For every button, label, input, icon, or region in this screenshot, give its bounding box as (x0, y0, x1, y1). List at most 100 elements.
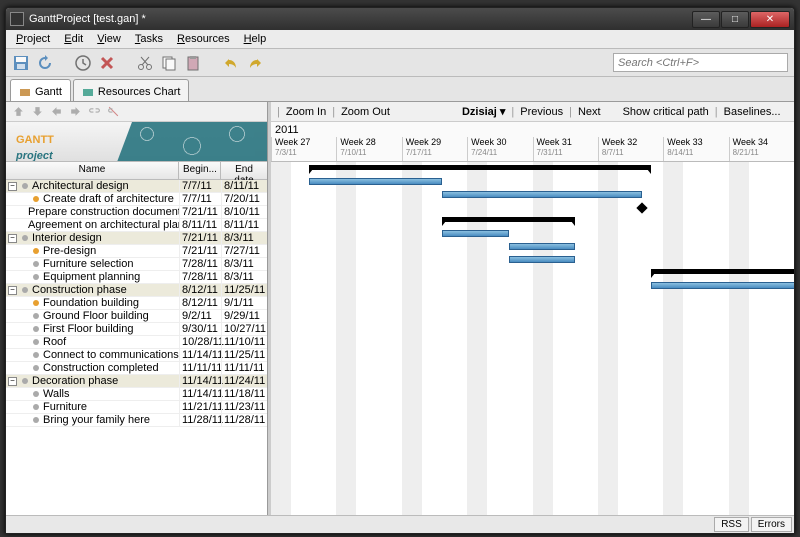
task-row[interactable]: Agreement on architectural plan8/11/118/… (6, 219, 267, 232)
task-row[interactable]: −Decoration phase11/14/1111/24/11 (6, 375, 267, 388)
task-row[interactable]: First Floor building9/30/1110/27/11 (6, 323, 267, 336)
task-row[interactable]: −Construction phase8/12/1111/25/11 (6, 284, 267, 297)
end-date: 8/3/11 (221, 232, 267, 244)
critical-path-button[interactable]: Show critical path (623, 106, 709, 118)
menu-tasks[interactable]: Tasks (129, 31, 169, 47)
search-input[interactable] (613, 53, 788, 72)
baselines-button[interactable]: Baselines... (724, 106, 781, 118)
titlebar[interactable]: GanttProject [test.gan] * — □ ✕ (6, 8, 794, 30)
gantt-bar[interactable] (442, 191, 642, 198)
maximize-button[interactable]: □ (721, 11, 749, 28)
task-dot-icon (33, 326, 39, 332)
undo-icon[interactable] (222, 54, 240, 72)
copy-icon[interactable] (160, 54, 178, 72)
begin-date: 8/12/11 (179, 284, 221, 296)
unlink-icon[interactable] (107, 105, 120, 118)
menu-view[interactable]: View (91, 31, 127, 47)
week-header: Week 328/7/11 (598, 137, 663, 161)
task-row[interactable]: −Interior design7/21/118/3/11 (6, 232, 267, 245)
tab-gantt[interactable]: Gantt (10, 79, 71, 101)
menu-project[interactable]: Project (10, 31, 56, 47)
task-dot-icon (33, 352, 39, 358)
task-name: Equipment planning (43, 271, 140, 283)
gantt-chart[interactable] (271, 162, 794, 515)
gantt-bar[interactable] (651, 282, 794, 289)
toolbar (6, 49, 794, 77)
indent-icon[interactable] (69, 105, 82, 118)
menu-edit[interactable]: Edit (58, 31, 89, 47)
task-row[interactable]: Equipment planning7/28/118/3/11 (6, 271, 267, 284)
begin-date: 8/12/11 (179, 297, 221, 309)
gantt-bar[interactable] (309, 165, 651, 170)
close-button[interactable]: ✕ (750, 11, 790, 28)
end-date: 8/3/11 (221, 258, 267, 270)
gantt-bar[interactable] (309, 178, 442, 185)
link-icon[interactable] (88, 105, 101, 118)
task-row[interactable]: Furniture selection7/28/118/3/11 (6, 258, 267, 271)
task-row[interactable]: Construction completed11/11/1111/11/11 (6, 362, 267, 375)
task-dot-icon (22, 235, 28, 241)
prev-button[interactable]: Previous (520, 106, 563, 118)
paste-icon[interactable] (184, 54, 202, 72)
task-dot-icon (33, 274, 39, 280)
begin-date: 7/21/11 (179, 232, 221, 244)
menu-resources[interactable]: Resources (171, 31, 236, 47)
task-dot-icon (33, 404, 39, 410)
tabbar: GanttResources Chart (6, 77, 794, 101)
gantt-bar[interactable] (651, 269, 794, 274)
task-row[interactable]: Prepare construction documents7/21/118/1… (6, 206, 267, 219)
clock-icon[interactable] (74, 54, 92, 72)
begin-date: 10/28/11 (179, 336, 221, 348)
task-row[interactable]: Foundation building8/12/119/1/11 (6, 297, 267, 310)
col-end[interactable]: End date (221, 162, 267, 179)
cut-icon[interactable] (136, 54, 154, 72)
task-row[interactable]: Furniture11/21/1111/23/11 (6, 401, 267, 414)
col-name[interactable]: Name (6, 162, 179, 179)
outdent-icon[interactable] (50, 105, 63, 118)
task-name: Pre-design (43, 245, 96, 257)
refresh-icon[interactable] (36, 54, 54, 72)
end-date: 7/27/11 (221, 245, 267, 257)
task-row[interactable]: Ground Floor building9/2/119/29/11 (6, 310, 267, 323)
end-date: 7/20/11 (221, 193, 267, 205)
save-icon[interactable] (12, 54, 30, 72)
task-row[interactable]: Bring your family here11/28/1111/28/11 (6, 414, 267, 427)
next-button[interactable]: Next (578, 106, 601, 118)
end-date: 8/10/11 (221, 206, 267, 218)
begin-date: 11/11/11 (179, 362, 221, 374)
redo-icon[interactable] (246, 54, 264, 72)
rss-button[interactable]: RSS (714, 517, 749, 532)
task-row[interactable]: Roof10/28/1111/10/11 (6, 336, 267, 349)
gantt-bar[interactable] (442, 217, 575, 222)
task-row[interactable]: Walls11/14/1111/18/11 (6, 388, 267, 401)
minimize-button[interactable]: — (692, 11, 720, 28)
task-row[interactable]: −Architectural design7/7/118/11/11 (6, 180, 267, 193)
errors-button[interactable]: Errors (751, 517, 792, 532)
today-dropdown[interactable]: Dzisiaj (462, 105, 505, 118)
zoom-in-button[interactable]: Zoom In (286, 106, 326, 118)
up-icon[interactable] (12, 105, 25, 118)
task-name: Roof (43, 336, 66, 348)
delete-icon[interactable] (98, 54, 116, 72)
task-dot-icon (33, 261, 39, 267)
gantt-bar[interactable] (509, 256, 576, 263)
collapse-icon[interactable]: − (8, 377, 17, 386)
col-begin[interactable]: Begin... (179, 162, 221, 179)
task-row[interactable]: Connect to communications11/14/1111/25/1… (6, 349, 267, 362)
tab-resources-chart[interactable]: Resources Chart (73, 79, 190, 101)
menu-help[interactable]: Help (238, 31, 273, 47)
week-header: Week 307/24/11 (467, 137, 532, 161)
task-row[interactable]: Create draft of architecture7/7/117/20/1… (6, 193, 267, 206)
zoom-out-button[interactable]: Zoom Out (341, 106, 390, 118)
timeline-header: 2011 Week 277/3/11Week 287/10/11Week 297… (271, 122, 794, 162)
down-icon[interactable] (31, 105, 44, 118)
gantt-bar[interactable] (442, 230, 509, 237)
collapse-icon[interactable]: − (8, 182, 17, 191)
collapse-icon[interactable]: − (8, 234, 17, 243)
end-date: 9/29/11 (221, 310, 267, 322)
begin-date: 7/28/11 (179, 271, 221, 283)
collapse-icon[interactable]: − (8, 286, 17, 295)
task-row[interactable]: Pre-design7/21/117/27/11 (6, 245, 267, 258)
gantt-bar[interactable] (509, 243, 576, 250)
begin-date: 11/14/11 (179, 388, 221, 400)
